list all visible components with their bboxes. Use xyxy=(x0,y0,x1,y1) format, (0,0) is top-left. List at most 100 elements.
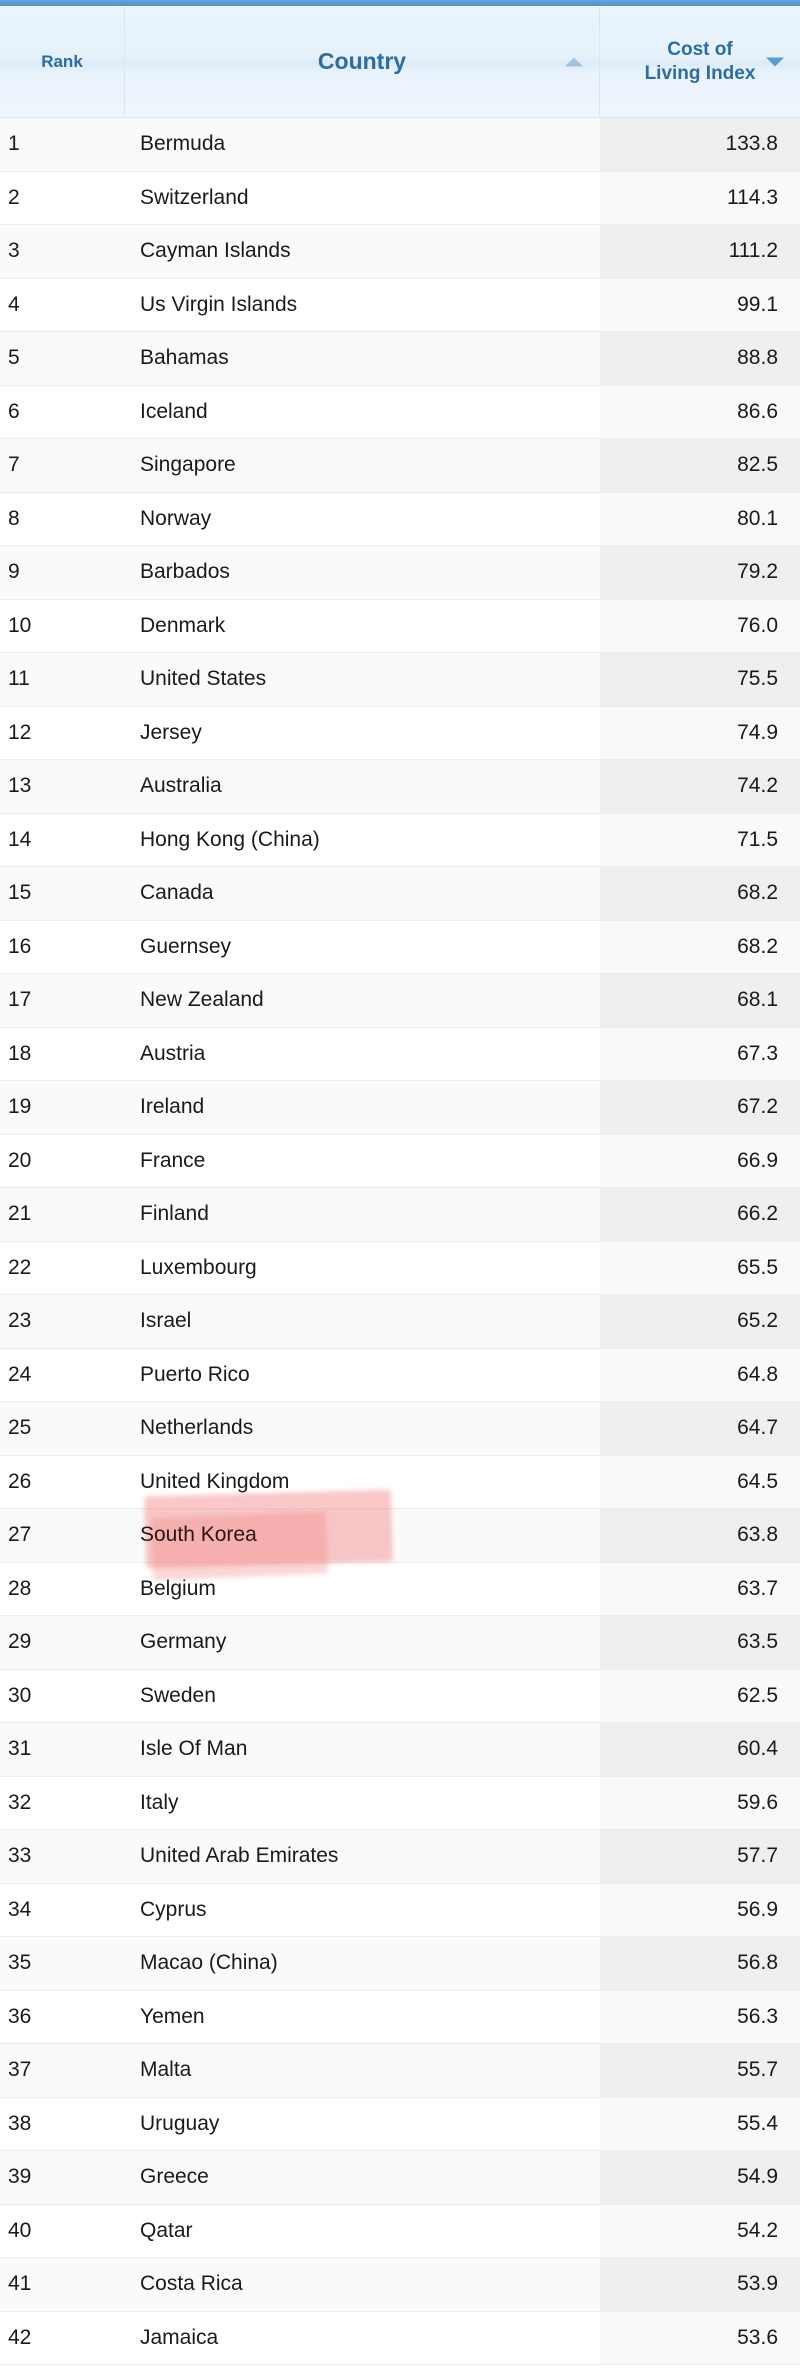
cell-rank: 28 xyxy=(8,1576,32,1600)
table-row[interactable]: 10 Denmark 76.0 xyxy=(0,599,800,653)
cell-country: New Zealand xyxy=(140,988,264,1012)
column-header-rank-label: Rank xyxy=(41,51,83,71)
cell-cost-of-living-index: 74.2 xyxy=(600,760,800,813)
cell-rank: 10 xyxy=(8,613,32,637)
table-row[interactable]: 28 Belgium 63.7 xyxy=(0,1562,800,1616)
cell-rank: 30 xyxy=(8,1683,32,1707)
table-row[interactable]: 9 Barbados 79.2 xyxy=(0,546,800,600)
table-row[interactable]: 13 Australia 74.2 xyxy=(0,760,800,814)
cell-cost-of-living-index: 56.9 xyxy=(600,1883,800,1936)
cell-rank: 27 xyxy=(8,1523,32,1547)
cell-country: Iceland xyxy=(140,399,208,423)
table-row[interactable]: 24 Puerto Rico 64.8 xyxy=(0,1348,800,1402)
cell-cost-of-living-index: 59.6 xyxy=(600,1776,800,1829)
table-row[interactable]: 27 South Korea 63.8 xyxy=(0,1489,800,1581)
cell-country: Bahamas xyxy=(140,346,229,370)
cell-country: France xyxy=(140,1148,206,1172)
cell-rank: 40 xyxy=(8,2218,32,2242)
table-row[interactable]: 12 Jersey 74.9 xyxy=(0,706,800,760)
cell-cost-of-living-index: 67.2 xyxy=(600,1081,800,1134)
cell-country: Sweden xyxy=(140,1683,216,1707)
table-row[interactable]: 25 Netherlands 64.7 xyxy=(0,1402,800,1456)
cell-country: Germany xyxy=(140,1630,227,1654)
cell-rank: 15 xyxy=(8,881,32,905)
table-row[interactable]: 30 Sweden 62.5 xyxy=(0,1669,800,1723)
cell-country: Barbados xyxy=(140,560,230,584)
table-row[interactable]: 7 Singapore 82.5 xyxy=(0,439,800,493)
table-row[interactable]: 4 Us Virgin Islands 99.1 xyxy=(0,278,800,332)
cell-cost-of-living-index: 80.1 xyxy=(600,492,800,545)
table-row[interactable]: 1 Bermuda 133.8 xyxy=(0,118,800,172)
table-row[interactable]: 14 Hong Kong (China) 71.5 xyxy=(0,813,800,867)
table-row[interactable]: 16 Guernsey 68.2 xyxy=(0,920,800,974)
table-row[interactable]: 2 Switzerland 114.3 xyxy=(0,171,800,225)
table-row[interactable]: 21 Finland 66.2 xyxy=(0,1188,800,1242)
table-row[interactable]: 5 Bahamas 88.8 xyxy=(0,332,800,386)
table-row[interactable]: 6 Iceland 86.6 xyxy=(0,385,800,439)
table-row[interactable]: 32 Italy 59.6 xyxy=(0,1776,800,1830)
cell-cost-of-living-index: 54.2 xyxy=(600,2204,800,2257)
table-row[interactable]: 38 Uruguay 55.4 xyxy=(0,2097,800,2151)
column-header-rank[interactable]: Rank xyxy=(0,6,125,117)
table-row[interactable]: 42 Jamaica 53.6 xyxy=(0,2311,800,2365)
table-row[interactable]: 36 Yemen 56.3 xyxy=(0,1990,800,2044)
cell-country: Jamaica xyxy=(140,2325,219,2349)
table-row[interactable]: 3 Cayman Islands 111.2 xyxy=(0,225,800,279)
cell-cost-of-living-index: 68.1 xyxy=(600,974,800,1027)
cell-cost-of-living-index: 66.9 xyxy=(600,1134,800,1187)
table-row[interactable]: 41 Costa Rica 53.9 xyxy=(0,2258,800,2312)
table-row[interactable]: 18 Austria 67.3 xyxy=(0,1027,800,1081)
table-row[interactable]: 8 Norway 80.1 xyxy=(0,492,800,546)
table-row[interactable]: 22 Luxembourg 65.5 xyxy=(0,1241,800,1295)
cell-cost-of-living-index: 55.7 xyxy=(600,2044,800,2097)
cell-country: Denmark xyxy=(140,613,226,637)
chevron-up-icon xyxy=(565,57,583,66)
table-row[interactable]: 26 United Kingdom 64.5 xyxy=(0,1455,800,1509)
table-row[interactable]: 29 Germany 63.5 xyxy=(0,1616,800,1670)
table-row[interactable]: 35 Macao (China) 56.8 xyxy=(0,1937,800,1991)
cell-country: Jersey xyxy=(140,720,202,744)
cell-country: Austria xyxy=(140,1041,206,1065)
table-row[interactable]: 11 United States 75.5 xyxy=(0,653,800,707)
cell-country: Finland xyxy=(140,1202,209,1226)
table-row[interactable]: 34 Cyprus 56.9 xyxy=(0,1883,800,1937)
cell-rank: 26 xyxy=(8,1469,32,1493)
cell-cost-of-living-index: 75.5 xyxy=(600,653,800,706)
cell-rank: 2 xyxy=(8,185,20,209)
column-header-cost-of-living-index[interactable]: Cost of Living Index xyxy=(600,6,800,117)
cell-rank: 23 xyxy=(8,1309,32,1333)
table-row[interactable]: 31 Isle Of Man 60.4 xyxy=(0,1723,800,1777)
cell-cost-of-living-index: 64.7 xyxy=(600,1402,800,1455)
cell-country: Israel xyxy=(140,1309,192,1333)
table-row[interactable]: 15 Canada 68.2 xyxy=(0,867,800,921)
cell-rank: 6 xyxy=(8,399,20,423)
chevron-down-icon xyxy=(766,57,784,66)
cell-country: Bermuda xyxy=(140,132,226,156)
cell-cost-of-living-index: 86.6 xyxy=(600,385,800,438)
cell-country: Cayman Islands xyxy=(140,239,291,263)
cost-of-living-table: Rank Country Cost of Living Index 1 Bermu… xyxy=(0,0,800,2365)
table-row[interactable]: 17 New Zealand 68.1 xyxy=(0,974,800,1028)
cell-rank: 34 xyxy=(8,1897,32,1921)
cell-country: Costa Rica xyxy=(140,2272,243,2296)
cell-rank: 39 xyxy=(8,2165,32,2189)
cell-rank: 42 xyxy=(8,2325,32,2349)
cell-cost-of-living-index: 133.8 xyxy=(600,118,800,171)
cell-country: Uruguay xyxy=(140,2111,220,2135)
cell-cost-of-living-index: 66.2 xyxy=(600,1188,800,1241)
cell-country: United Arab Emirates xyxy=(140,1844,339,1868)
cell-country: South Korea xyxy=(140,1523,257,1547)
cell-cost-of-living-index: 56.8 xyxy=(600,1937,800,1990)
cell-cost-of-living-index: 53.6 xyxy=(600,2311,800,2364)
cell-cost-of-living-index: 74.9 xyxy=(600,706,800,759)
cell-cost-of-living-index: 53.9 xyxy=(600,2258,800,2311)
table-row[interactable]: 37 Malta 55.7 xyxy=(0,2044,800,2098)
table-row[interactable]: 39 Greece 54.9 xyxy=(0,2151,800,2205)
column-header-country[interactable]: Country xyxy=(125,6,600,117)
table-row[interactable]: 33 United Arab Emirates 57.7 xyxy=(0,1830,800,1884)
table-row[interactable]: 23 Israel 65.2 xyxy=(0,1295,800,1349)
table-row[interactable]: 19 Ireland 67.2 xyxy=(0,1081,800,1135)
table-row[interactable]: 40 Qatar 54.2 xyxy=(0,2204,800,2258)
table-row[interactable]: 20 France 66.9 xyxy=(0,1134,800,1188)
cell-cost-of-living-index: 54.9 xyxy=(600,2151,800,2204)
